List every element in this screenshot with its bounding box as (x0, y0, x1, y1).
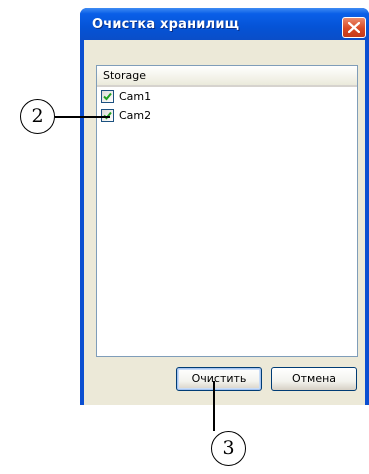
callout-leader-line-2 (55, 116, 110, 118)
callout-marker-3: 3 (211, 431, 246, 466)
list-column-header[interactable]: Storage (97, 66, 357, 87)
list-item-label: Cam1 (119, 90, 152, 103)
list-item[interactable]: Cam2 (101, 108, 341, 123)
dialog-body: Storage Cam1 Cam2 Очистить Отмена (84, 40, 365, 405)
dialog-title: Очистка хранилищ (92, 17, 240, 32)
callout-marker-2: 2 (20, 99, 55, 134)
list-item-label: Cam2 (119, 109, 152, 122)
close-x-icon (348, 22, 360, 33)
clean-button[interactable]: Очистить (176, 367, 262, 391)
storage-checkbox-cam1[interactable] (101, 90, 114, 103)
storage-cleanup-dialog: Очистка хранилищ Storage Cam1 Cam2 Очист… (80, 8, 369, 405)
storage-list[interactable]: Storage Cam1 Cam2 (96, 65, 358, 357)
cancel-button[interactable]: Отмена (271, 367, 357, 391)
list-item[interactable]: Cam1 (101, 89, 341, 104)
callout-leader-line-3 (213, 381, 215, 431)
title-bar[interactable]: Очистка хранилищ (80, 8, 369, 40)
close-button[interactable] (342, 17, 366, 38)
checkmark-icon (103, 92, 112, 101)
column-header-storage: Storage (103, 69, 147, 82)
